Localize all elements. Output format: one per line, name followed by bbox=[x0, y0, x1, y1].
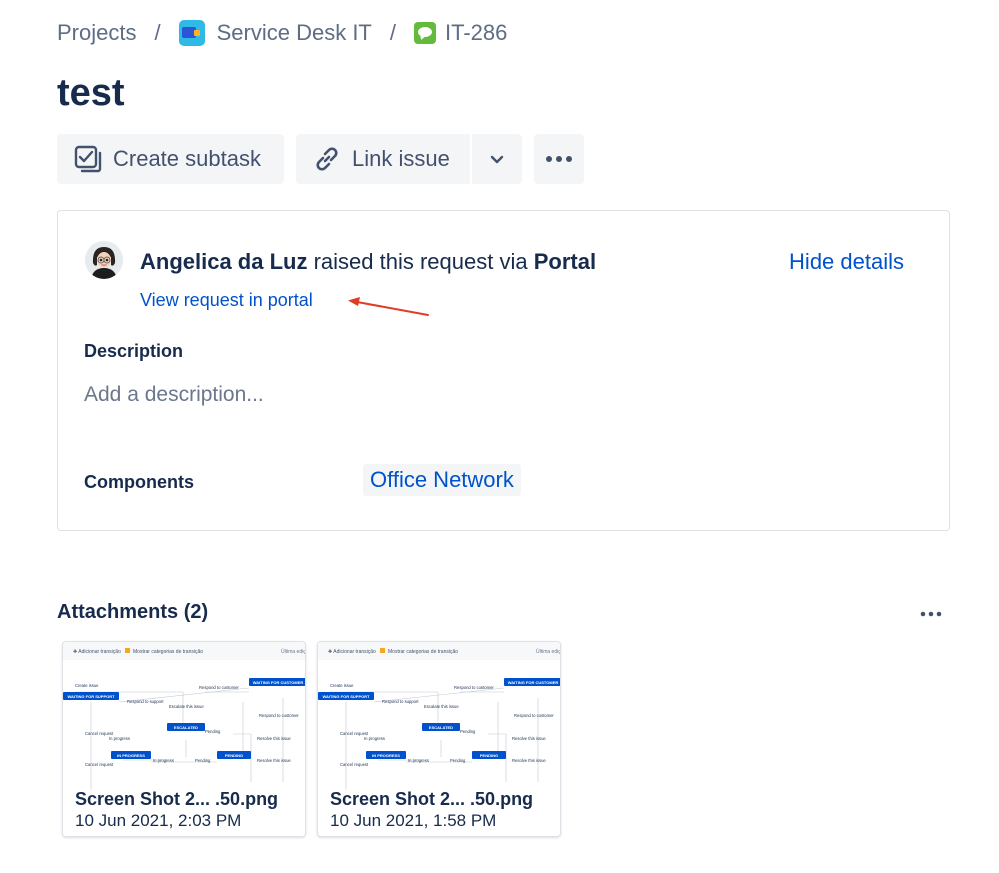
svg-text:IN PROGRESS: IN PROGRESS bbox=[117, 753, 145, 758]
reporter-name[interactable]: Angelica da Luz bbox=[140, 249, 307, 274]
svg-text:WAITING FOR SUPPORT: WAITING FOR SUPPORT bbox=[322, 694, 370, 699]
svg-text:Respond to support: Respond to support bbox=[382, 699, 419, 704]
more-actions-button[interactable] bbox=[534, 134, 584, 184]
description-field[interactable]: Add a description... bbox=[84, 383, 264, 407]
svg-text:Respond to support: Respond to support bbox=[127, 699, 164, 704]
issue-title[interactable]: test bbox=[57, 72, 125, 115]
breadcrumb: Projects / Service Desk IT / IT-286 bbox=[57, 18, 507, 48]
svg-text:Pending: Pending bbox=[460, 729, 476, 734]
avatar[interactable] bbox=[85, 241, 123, 279]
attachment-date: 10 Jun 2021, 1:58 PM bbox=[330, 811, 497, 830]
svg-text:Respond to customer: Respond to customer bbox=[199, 685, 239, 690]
svg-text:Resolve this issue: Resolve this issue bbox=[257, 736, 291, 741]
breadcrumb-issue[interactable]: IT-286 bbox=[414, 20, 507, 46]
more-icon bbox=[920, 611, 942, 617]
svg-text:WAITING FOR CUSTOMER: WAITING FOR CUSTOMER bbox=[253, 680, 304, 685]
svg-text:IN PROGRESS: IN PROGRESS bbox=[372, 753, 400, 758]
svg-text:Mostrar categorias de transiçã: Mostrar categorias de transição bbox=[133, 649, 203, 655]
svg-text:Última edição: Última edição bbox=[281, 648, 306, 655]
breadcrumb-projects[interactable]: Projects bbox=[57, 20, 136, 46]
svg-text:✚ Adicionar transição: ✚ Adicionar transição bbox=[73, 649, 121, 655]
attachment-card[interactable]: ✚ Adicionar transição Mostrar categorias … bbox=[317, 641, 561, 837]
svg-text:In progress: In progress bbox=[153, 758, 174, 763]
svg-text:Create issue: Create issue bbox=[75, 683, 99, 688]
svg-text:WAITING FOR CUSTOMER: WAITING FOR CUSTOMER bbox=[508, 680, 559, 685]
view-request-in-portal-link[interactable]: View request in portal bbox=[140, 290, 313, 311]
svg-text:Create issue: Create issue bbox=[330, 683, 354, 688]
svg-text:Pending: Pending bbox=[450, 758, 466, 763]
attachments-more-button[interactable] bbox=[917, 604, 945, 624]
user-avatar-icon bbox=[85, 241, 123, 279]
create-subtask-label: Create subtask bbox=[113, 146, 261, 171]
svg-text:PENDING: PENDING bbox=[480, 753, 498, 758]
attachment-card[interactable]: ✚ Adicionar transição Mostrar categorias … bbox=[62, 641, 306, 837]
subtask-icon bbox=[74, 145, 102, 173]
link-issue-dropdown-button[interactable] bbox=[472, 134, 522, 184]
svg-text:Cancel request: Cancel request bbox=[85, 762, 114, 767]
create-subtask-button[interactable]: Create subtask bbox=[57, 134, 284, 184]
svg-text:In progress: In progress bbox=[364, 736, 385, 741]
description-label: Description bbox=[84, 341, 184, 361]
annotation-arrow-icon bbox=[348, 297, 429, 316]
components-label: Components bbox=[84, 472, 194, 492]
component-tag[interactable]: Office Network bbox=[363, 464, 521, 496]
breadcrumb-separator: / bbox=[154, 20, 161, 45]
svg-text:Escalate this issue: Escalate this issue bbox=[169, 704, 204, 709]
link-issue-label: Link issue bbox=[352, 146, 450, 171]
project-avatar-icon bbox=[178, 20, 205, 46]
svg-text:Resolve this issue: Resolve this issue bbox=[512, 758, 546, 763]
svg-text:Escalate this issue: Escalate this issue bbox=[424, 704, 459, 709]
svg-text:Respond to customer: Respond to customer bbox=[454, 685, 494, 690]
request-channel: Portal bbox=[533, 249, 597, 274]
raised-text: raised this request via bbox=[307, 249, 534, 274]
breadcrumb-project[interactable]: Service Desk IT bbox=[178, 20, 372, 46]
svg-text:Última edição: Última edição bbox=[536, 648, 561, 655]
link-icon bbox=[316, 147, 338, 171]
chevron-down-icon bbox=[490, 155, 504, 164]
reporter-line: Angelica da Luz raised this request via … bbox=[140, 249, 596, 275]
breadcrumb-issue-key: IT-286 bbox=[445, 20, 508, 45]
svg-text:Cancel request: Cancel request bbox=[340, 762, 369, 767]
svg-text:Respond to customer: Respond to customer bbox=[514, 713, 554, 718]
svg-text:ESCALATED: ESCALATED bbox=[429, 725, 453, 730]
svg-text:In progress: In progress bbox=[109, 736, 130, 741]
svg-text:Mostrar categorias de transiçã: Mostrar categorias de transição bbox=[388, 649, 458, 655]
svg-text:Pending: Pending bbox=[195, 758, 211, 763]
attachment-name: Screen Shot 2... .50.png bbox=[330, 789, 534, 810]
service-request-icon bbox=[414, 22, 436, 44]
attachment-date: 10 Jun 2021, 2:03 PM bbox=[75, 811, 242, 830]
svg-text:In progress: In progress bbox=[408, 758, 429, 763]
svg-text:Resolve this issue: Resolve this issue bbox=[512, 736, 546, 741]
issue-actions: Create subtask Link issue bbox=[57, 134, 584, 184]
svg-text:ESCALATED: ESCALATED bbox=[174, 725, 198, 730]
svg-text:Respond to customer: Respond to customer bbox=[259, 713, 299, 718]
svg-text:WAITING FOR SUPPORT: WAITING FOR SUPPORT bbox=[67, 694, 115, 699]
breadcrumb-project-label: Service Desk IT bbox=[216, 20, 372, 45]
more-icon bbox=[546, 156, 572, 162]
request-details-panel: Angelica da Luz raised this request via … bbox=[57, 210, 950, 531]
svg-text:PENDING: PENDING bbox=[225, 753, 243, 758]
svg-text:Resolve this issue: Resolve this issue bbox=[257, 758, 291, 763]
link-issue-button[interactable]: Link issue bbox=[296, 134, 470, 184]
svg-text:Pending: Pending bbox=[205, 729, 221, 734]
attachments-header: Attachments (2) bbox=[57, 601, 209, 623]
svg-text:✚ Adicionar transição: ✚ Adicionar transição bbox=[328, 649, 376, 655]
attachment-name: Screen Shot 2... .50.png bbox=[75, 789, 279, 810]
hide-details-link[interactable]: Hide details bbox=[789, 249, 904, 275]
breadcrumb-separator: / bbox=[389, 20, 396, 45]
